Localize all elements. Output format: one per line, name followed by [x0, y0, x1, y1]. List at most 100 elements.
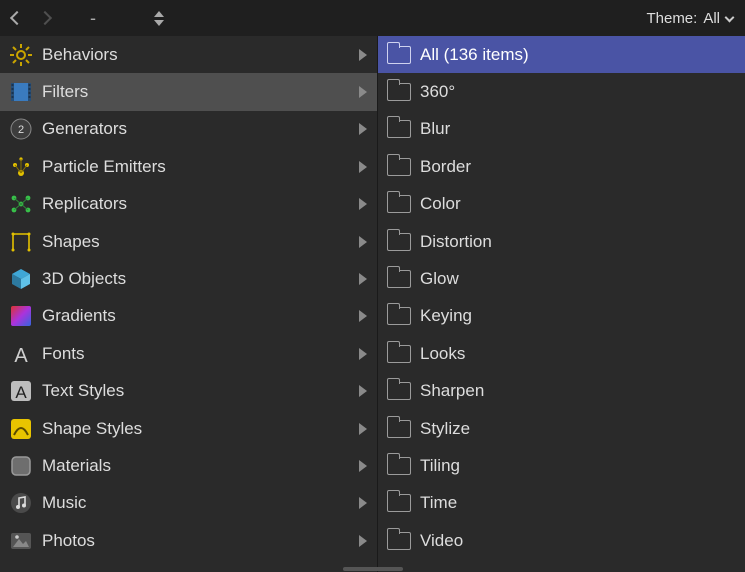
subcategory-label: Stylize — [420, 419, 735, 439]
subcategory-row[interactable]: Blur — [378, 111, 745, 148]
subcategory-row[interactable]: Video — [378, 522, 745, 559]
category-label: Generators — [42, 119, 353, 139]
folder-icon — [386, 303, 412, 329]
category-label: Music — [42, 493, 353, 513]
disclosure-triangle-icon — [359, 460, 367, 472]
subcategory-label: Keying — [420, 306, 735, 326]
category-row[interactable]: Photos — [0, 522, 377, 559]
subcategory-row[interactable]: 360° — [378, 73, 745, 110]
disclosure-triangle-icon — [359, 497, 367, 509]
subcategory-row[interactable]: All (136 items) — [378, 36, 745, 73]
folder-icon — [386, 490, 412, 516]
category-label: Gradients — [42, 306, 353, 326]
category-row[interactable]: Gradients — [0, 298, 377, 335]
category-row[interactable]: Shape Styles — [0, 410, 377, 447]
subcategory-row[interactable]: Tiling — [378, 447, 745, 484]
theme-value: All — [703, 10, 720, 27]
svg-text:2: 2 — [18, 124, 24, 136]
category-row[interactable]: Materials — [0, 447, 377, 484]
subcategory-label: Color — [420, 194, 735, 214]
disclosure-triangle-icon — [359, 86, 367, 98]
cube3d-icon — [8, 266, 34, 292]
folder-icon — [386, 416, 412, 442]
folder-icon — [386, 79, 412, 105]
category-label: Materials — [42, 456, 353, 476]
folder-icon — [386, 528, 412, 554]
subcategory-row[interactable]: Keying — [378, 298, 745, 335]
subcategory-label: Glow — [420, 269, 735, 289]
disclosure-triangle-icon — [359, 385, 367, 397]
shape-style-icon — [8, 416, 34, 442]
replicator-icon — [8, 191, 34, 217]
category-row[interactable]: Filters — [0, 73, 377, 110]
disclosure-triangle-icon — [359, 198, 367, 210]
category-label: Replicators — [42, 194, 353, 214]
category-row[interactable]: Particle Emitters — [0, 148, 377, 185]
subcategory-row[interactable]: Glow — [378, 260, 745, 297]
svg-text:A: A — [15, 383, 27, 402]
category-label: Text Styles — [42, 381, 353, 401]
disclosure-triangle-icon — [359, 423, 367, 435]
subcategory-label: 360° — [420, 82, 735, 102]
scroll-handle[interactable] — [343, 567, 403, 571]
folder-icon — [386, 154, 412, 180]
subcategory-list: All (136 items) 360° Blur Border Color Distor… — [377, 36, 745, 572]
font-plain-icon: A — [8, 341, 34, 367]
music-icon — [8, 490, 34, 516]
toolbar: - Theme: All — [0, 0, 745, 36]
disclosure-triangle-icon — [359, 49, 367, 61]
theme-popup[interactable]: Theme: All — [646, 10, 733, 27]
subcategory-label: Distortion — [420, 232, 735, 252]
filmstrip-icon — [8, 79, 34, 105]
path-popup[interactable]: - — [90, 8, 96, 29]
category-row[interactable]: A Fonts — [0, 335, 377, 372]
subcategory-row[interactable]: Color — [378, 186, 745, 223]
subcategory-label: Looks — [420, 344, 735, 364]
disclosure-triangle-icon — [359, 236, 367, 248]
subcategory-row[interactable]: Distortion — [378, 223, 745, 260]
category-label: Filters — [42, 82, 353, 102]
folder-icon — [386, 266, 412, 292]
theme-label: Theme: — [646, 10, 697, 27]
svg-text:A: A — [14, 345, 28, 366]
folder-icon — [386, 341, 412, 367]
subcategory-label: All (136 items) — [420, 45, 735, 65]
subcategory-label: Tiling — [420, 456, 735, 476]
subcategory-label: Time — [420, 493, 735, 513]
category-row[interactable]: A Text Styles — [0, 373, 377, 410]
subcategory-row[interactable]: Stylize — [378, 410, 745, 447]
folder-icon — [386, 229, 412, 255]
subcategory-label: Video — [420, 531, 735, 551]
category-row[interactable]: 2 Generators — [0, 111, 377, 148]
subcategory-label: Border — [420, 157, 735, 177]
subcategory-row[interactable]: Time — [378, 485, 745, 522]
category-row[interactable]: 3D Objects — [0, 260, 377, 297]
chevron-down-icon — [725, 12, 735, 22]
category-row[interactable]: Music — [0, 485, 377, 522]
category-label: Shapes — [42, 232, 353, 252]
path-stepper[interactable] — [154, 11, 164, 26]
generator-icon: 2 — [8, 116, 34, 142]
folder-icon — [386, 191, 412, 217]
gear-icon — [8, 42, 34, 68]
subcategory-row[interactable]: Looks — [378, 335, 745, 372]
gradient-icon — [8, 303, 34, 329]
photos-icon — [8, 528, 34, 554]
nav-back-button[interactable] — [10, 11, 24, 25]
folder-icon — [386, 42, 412, 68]
nav-forward-button[interactable] — [38, 11, 52, 25]
category-label: Behaviors — [42, 45, 353, 65]
category-row[interactable]: Shapes — [0, 223, 377, 260]
category-row[interactable]: Behaviors — [0, 36, 377, 73]
category-row[interactable]: Replicators — [0, 186, 377, 223]
category-label: Fonts — [42, 344, 353, 364]
folder-icon — [386, 378, 412, 404]
disclosure-triangle-icon — [359, 535, 367, 547]
subcategory-row[interactable]: Border — [378, 148, 745, 185]
disclosure-triangle-icon — [359, 348, 367, 360]
category-label: Shape Styles — [42, 419, 353, 439]
font-box-icon: A — [8, 378, 34, 404]
subcategory-row[interactable]: Sharpen — [378, 373, 745, 410]
category-list: Behaviors Filters 2 Generators Particle Emit… — [0, 36, 377, 572]
category-label: Particle Emitters — [42, 157, 353, 177]
